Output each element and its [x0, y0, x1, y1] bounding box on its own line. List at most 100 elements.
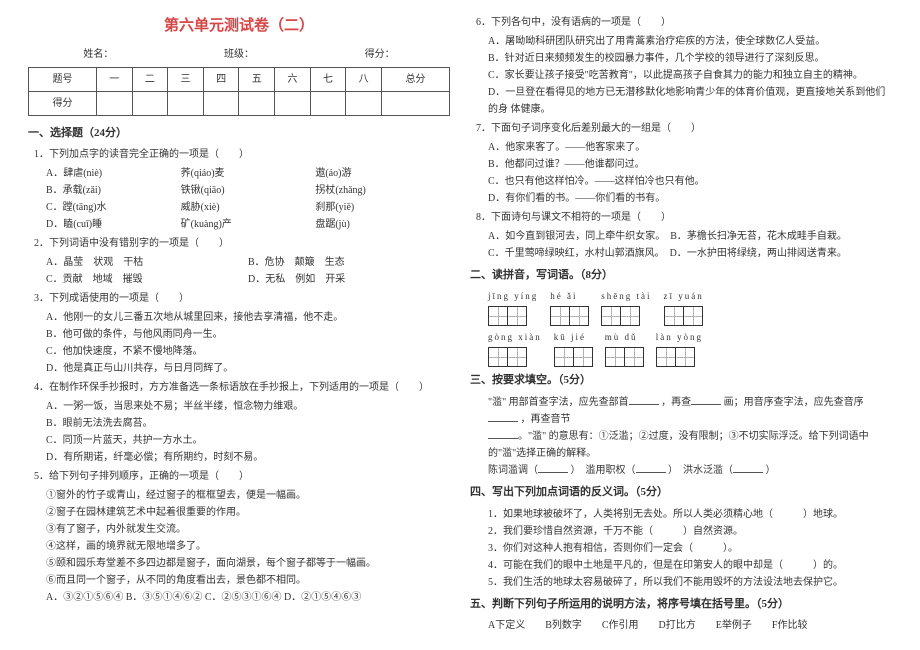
- td[interactable]: [239, 91, 275, 115]
- th: 二: [132, 67, 168, 91]
- blank[interactable]: [733, 462, 763, 473]
- td[interactable]: [203, 91, 239, 115]
- blank[interactable]: [488, 411, 518, 422]
- tianzige[interactable]: [605, 347, 644, 367]
- tianzige[interactable]: [488, 306, 527, 326]
- section-2-heading: 二、读拼音，写词语。（8分）: [470, 266, 892, 285]
- table-row: 得分: [29, 91, 450, 115]
- q7-b: B．他都问过谁？——他谁都问过。: [488, 156, 892, 173]
- score-table: 题号 一 二 三 四 五 六 七 八 总分 得分: [28, 67, 450, 116]
- s4-1: 1．如果地球被破坏了，人类将别无去处。所以人类必须精心地（ ）地球。: [488, 506, 892, 523]
- td[interactable]: [346, 91, 382, 115]
- th: 五: [239, 67, 275, 91]
- q5-3: ③有了窗子，内外就发生交流。: [46, 521, 450, 538]
- blank[interactable]: [488, 428, 518, 439]
- th: 四: [203, 67, 239, 91]
- section-4-heading: 四、写出下列加点词语的反义词。（5分）: [470, 483, 892, 502]
- tianzige[interactable]: [550, 306, 589, 326]
- q3-b: B．他可做的条件，与他风雨同舟一生。: [46, 326, 450, 343]
- s4-4: 4．可能在我们的眼中土地是平凡的，但是在印第安人的眼中却是（ ）的。: [488, 557, 892, 574]
- pinyin-label: làn yòng: [656, 330, 703, 345]
- table-row: 题号 一 二 三 四 五 六 七 八 总分: [29, 67, 450, 91]
- q5-opts: A．③②①⑤⑥④ B．③⑤①④⑥② C．②⑤③①⑥④ D．②①⑤④⑥③: [46, 589, 450, 606]
- q6-b: B．针对近日来频频发生的校园暴力事件，几个学校的领导进行了深刻反思。: [488, 50, 892, 67]
- td[interactable]: [132, 91, 168, 115]
- q7-c: C．也只有他这样怕冷。——这样怕冷也只有他。: [488, 173, 892, 190]
- q4-stem: 4．在制作环保手抄报时，方方准备选一条标语放在手抄报上，下列适用的一项是（ ）: [34, 379, 450, 396]
- pinyin-label: shēng tài: [601, 289, 651, 304]
- q7-a: A．他家来客了。——他客家来了。: [488, 139, 892, 156]
- tianzige[interactable]: [554, 347, 593, 367]
- q6-d: D．一旦登在看得见的地方已无潜移默化地影响青少年的体育价值观，更直接地关系到他们…: [488, 84, 892, 118]
- s4-3: 3．你们对这种人抱有相信，否则你们一定会（ ）。: [488, 540, 892, 557]
- s5-opts: A下定义 B列数字 C作引用 D打比方 E举例子 F作比较: [488, 617, 892, 634]
- q2-r2: C．贡献 地域 摧毁D．无私 例如 开采: [46, 271, 450, 288]
- td[interactable]: [275, 91, 311, 115]
- section-3-heading: 三、按要求填空。（5分）: [470, 371, 892, 390]
- blank[interactable]: [636, 462, 666, 473]
- q5-4: ④这样，画的境界就无限地增多了。: [46, 538, 450, 555]
- q3-a: A．他刚一的女儿三番五次地从城里回来，接他去享清福，他不走。: [46, 309, 450, 326]
- q4-c: C．同顶一片蓝天，共护一方水土。: [46, 432, 450, 449]
- s4-5: 5．我们生活的地球太容易破碎了，所以我们不能用毁坏的方法设法地去保护它。: [488, 574, 892, 591]
- tianzige[interactable]: [488, 347, 527, 367]
- q1-d: D．瞌(cuī)睡矿(kuàng)产盘踞(jù): [46, 216, 450, 233]
- right-column: 6．下列各句中，没有语病的一项是（ ） A．屠呦呦科研团队研究出了用青蒿素治疗疟…: [460, 12, 902, 638]
- pinyin-row-1: jīng yínghé ǎishēng tàizī yuán: [488, 289, 892, 326]
- q4-b: B．眼前无法洗去腐苔。: [46, 415, 450, 432]
- q8-ab: A．如今直到银河去，同上牵牛织女家。 B．茅檐长扫净无苔，花木成畦手自栽。: [488, 228, 892, 245]
- pinyin-label: kū jié: [554, 330, 586, 345]
- q8-stem: 8．下面诗句与课文不相符的一项是（ ）: [476, 209, 892, 226]
- td[interactable]: [168, 91, 204, 115]
- tianzige[interactable]: [656, 347, 695, 367]
- q1-a: A．肆虐(niè)荞(qiáo)麦遨(áo)游: [46, 165, 450, 182]
- blank[interactable]: [629, 394, 659, 405]
- q5-1: ①窗外的竹子或青山，经过窗子的框框望去，便是一幅画。: [46, 487, 450, 504]
- q2-stem: 2．下列词语中没有错别字的一项是（ ）: [34, 235, 450, 252]
- s3-line1: "滥" 用部首查字法，应先查部首 ，再查 画；用音序查字法，应先查音序 ，再查音…: [488, 394, 892, 428]
- th: 总分: [381, 67, 449, 91]
- meta-row: 姓名： 班级： 得分：: [28, 46, 450, 63]
- td[interactable]: [97, 91, 133, 115]
- name-label: 姓名：: [83, 46, 113, 63]
- q5-6: ⑥而且同一个窗子，从不同的角度看出去，景色都不相同。: [46, 572, 450, 589]
- pinyin-label: gòng xiàn: [488, 330, 542, 345]
- tianzige[interactable]: [601, 306, 640, 326]
- q6-stem: 6．下列各句中，没有语病的一项是（ ）: [476, 14, 892, 31]
- q1-b: B．承载(zǎi)铁锹(qiāo)拐杖(zhǎng): [46, 182, 450, 199]
- th: 八: [346, 67, 382, 91]
- th: 一: [97, 67, 133, 91]
- td[interactable]: [381, 91, 449, 115]
- class-label: 班级：: [224, 46, 254, 63]
- q5-5: ⑤颐和园乐寿堂差不多四边都是窗子，面向湖景，每个窗子都等于一幅画。: [46, 555, 450, 572]
- q7-d: D．有你们看的书。——你们看的书有。: [488, 190, 892, 207]
- q6-c: C．家长要让孩子接受"吃苦教育"，以此提高孩子自食其力的能力和独立自主的精神。: [488, 67, 892, 84]
- q3-stem: 3．下列成语使用的一项是（ ）: [34, 290, 450, 307]
- td[interactable]: [310, 91, 346, 115]
- pinyin-label: mù dǔ: [605, 330, 638, 345]
- q4-a: A．一粥一饭，当思来处不易；半丝半缕，恒念物力维艰。: [46, 398, 450, 415]
- s4-2: 2．我们要珍惜自然资源，千万不能（ ）自然资源。: [488, 523, 892, 540]
- pinyin-label: zī yuán: [664, 289, 704, 304]
- th: 七: [310, 67, 346, 91]
- q2-r1: A．晶莹 状观 干枯B．危协 颠簸 生态: [46, 254, 450, 271]
- pinyin-label: hé ǎi: [550, 289, 577, 304]
- left-column: 第六单元测试卷（二） 姓名： 班级： 得分： 题号 一 二 三 四 五 六 七 …: [18, 12, 460, 638]
- q5-2: ②窗子在园林建筑艺术中起着很重要的作用。: [46, 504, 450, 521]
- q3-d: D．他是真正与山川共存，与日月同辉了。: [46, 360, 450, 377]
- q7-stem: 7．下面句子词序变化后差别最大的一组是（ ）: [476, 120, 892, 137]
- blank[interactable]: [538, 462, 568, 473]
- q6-a: A．屠呦呦科研团队研究出了用青蒿素治疗疟疾的方法，使全球数亿人受益。: [488, 33, 892, 50]
- exam-title: 第六单元测试卷（二）: [28, 14, 450, 40]
- th: 题号: [29, 67, 97, 91]
- s3-line3: 陈词滥调（ ） 滥用职权（ ） 洪水泛滥（ ）: [488, 462, 892, 479]
- q5-stem: 5．给下列句子排列顺序，正确的一项是（ ）: [34, 468, 450, 485]
- pinyin-row-2: gòng xiàn kū jié mù dǔ làn yòng: [488, 330, 892, 367]
- tianzige[interactable]: [664, 306, 703, 326]
- q3-c: C．他加快速度，不紧不慢地降落。: [46, 343, 450, 360]
- q1-c: C．蹚(tāng)水威胁(xiè)刹那(yiē): [46, 199, 450, 216]
- th: 六: [275, 67, 311, 91]
- blank[interactable]: [691, 394, 721, 405]
- s3-line2: 。"滥" 的意思有：①泛滥；②过度，没有限制；③不切实际浮泛。给下列词语中 的"…: [488, 428, 892, 462]
- td: 得分: [29, 91, 97, 115]
